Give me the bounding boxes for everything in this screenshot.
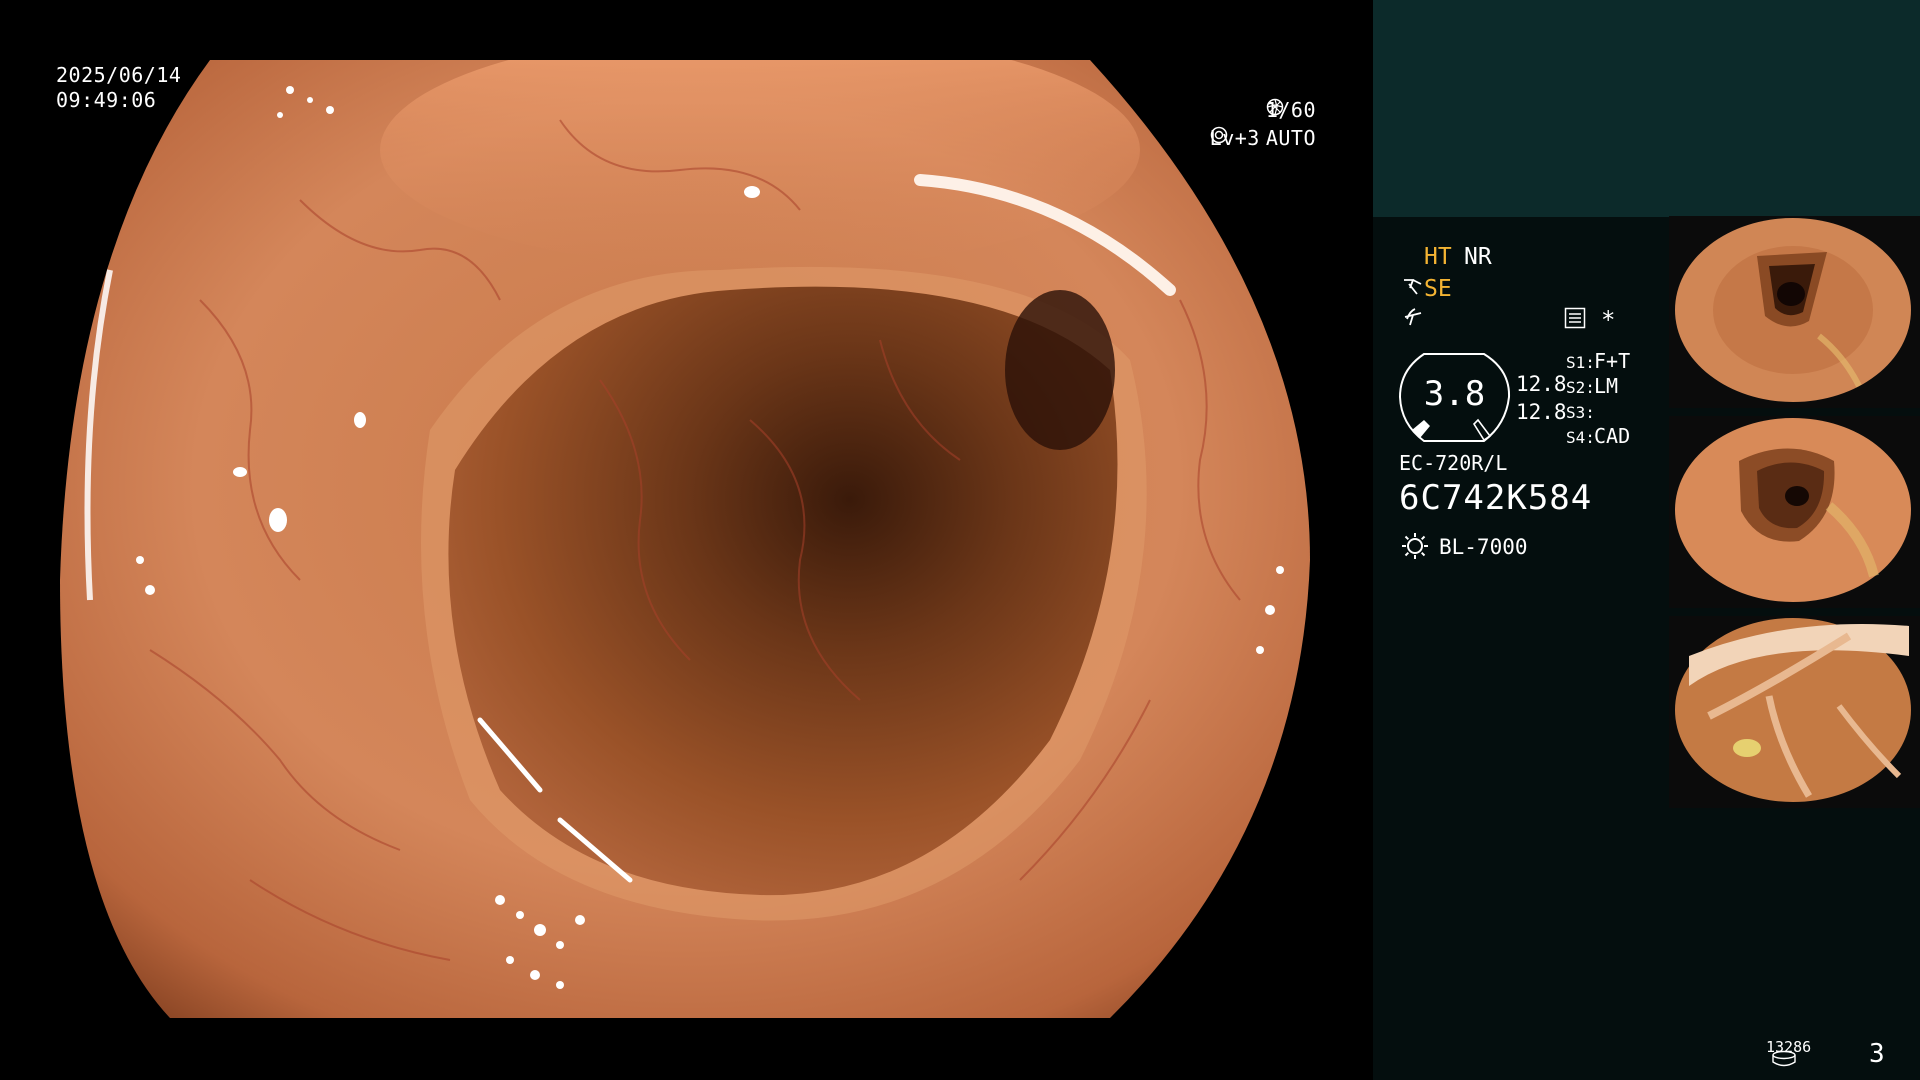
exposure-readout: Lv+3 AUTO xyxy=(1210,126,1316,151)
info-panel: HT NR SE * 3.8 12.8 12.8 S1: F+T S2: LM … xyxy=(1373,0,1920,1080)
colon-lumen-image xyxy=(60,60,1310,1018)
endoscope-live-view: 2025/06/14 09:49:06 1/60 Lv+3 AUTO xyxy=(0,0,1373,1080)
nr-indicator: NR xyxy=(1464,244,1492,270)
light-source-icon xyxy=(1402,533,1428,559)
switch-1-value: F+T xyxy=(1594,349,1631,373)
captured-thumbnail-3[interactable] xyxy=(1669,616,1920,808)
aperture-icon xyxy=(1266,98,1284,116)
captured-thumbnail-2[interactable] xyxy=(1669,416,1920,608)
switch-4-label: S4: xyxy=(1566,428,1595,447)
switch-1-label: S1: xyxy=(1566,353,1595,372)
switch-2-value: LM xyxy=(1594,374,1619,398)
se-indicator: SE xyxy=(1424,276,1452,302)
panel-header-area xyxy=(1373,0,1920,217)
ht-indicator: HT xyxy=(1424,244,1452,270)
scope-model: EC-720R/L xyxy=(1399,451,1508,475)
iris-icon xyxy=(1210,126,1227,144)
exam-date: 2025/06/14 xyxy=(56,63,182,87)
structure-enhance-icon xyxy=(1404,279,1422,295)
readout-2: 12.8 xyxy=(1516,400,1567,424)
thumbnail-image-1 xyxy=(1669,216,1920,408)
thumbnail-image-2 xyxy=(1669,416,1920,608)
switch-3-label: S3: xyxy=(1566,403,1595,422)
shutter-readout: 1/60 xyxy=(1266,98,1316,123)
captured-thumbnail-1[interactable] xyxy=(1669,216,1920,408)
color-enhance-icon xyxy=(1404,308,1422,326)
settings-list-icon xyxy=(1564,307,1586,329)
thumbnail-image-3 xyxy=(1669,616,1920,808)
gauge-value: 3.8 xyxy=(1423,374,1486,414)
exam-datetime: 2025/06/14 09:49:06 xyxy=(56,63,181,113)
switch-2-label: S2: xyxy=(1566,378,1595,397)
star-indicator: * xyxy=(1601,306,1616,334)
page-number: 3 xyxy=(1869,1039,1885,1069)
switch-4-value: CAD xyxy=(1594,424,1631,448)
exam-time: 09:49:06 xyxy=(56,88,157,112)
storage-disk-icon xyxy=(1772,1050,1796,1067)
light-source: BL-7000 xyxy=(1439,535,1528,559)
readout-1: 12.8 xyxy=(1516,372,1567,396)
scope-serial: 6C742K584 xyxy=(1399,478,1593,518)
exposure-mode: AUTO xyxy=(1265,126,1316,150)
